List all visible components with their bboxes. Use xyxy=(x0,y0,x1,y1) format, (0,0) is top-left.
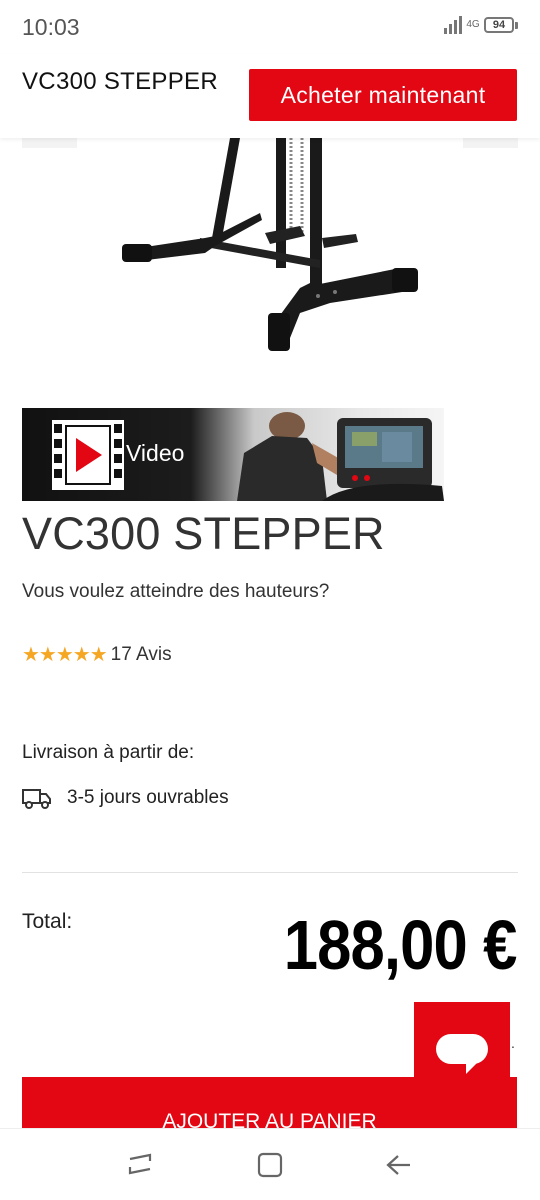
delivery-days: 3-5 jours ouvrables xyxy=(67,787,229,808)
star-rating-icon: ★★★★★ xyxy=(22,644,108,666)
delivery-row: 3-5 jours ouvrables xyxy=(22,786,229,810)
home-icon xyxy=(257,1152,283,1178)
carousel-next-button[interactable] xyxy=(463,138,518,148)
product-title: VC300 STEPPER xyxy=(22,508,385,559)
delivery-label: Livraison à partir de: xyxy=(22,742,195,763)
recents-icon xyxy=(128,1153,152,1175)
battery-icon: 94 xyxy=(484,17,518,33)
header-title: VC300 STEPPER xyxy=(22,68,218,95)
status-time: 10:03 xyxy=(22,14,80,40)
status-bar: 10:03 4G 94 xyxy=(0,0,540,54)
truck-icon xyxy=(22,789,51,809)
carousel-prev-button[interactable] xyxy=(22,138,77,148)
reviews-link[interactable]: 17 Avis xyxy=(111,644,172,666)
film-play-icon xyxy=(52,420,124,490)
video-label: Video xyxy=(126,440,185,466)
home-button[interactable] xyxy=(252,1149,288,1181)
rating[interactable]: ★★★★★ 17 Avis xyxy=(22,642,172,667)
total-label: Total: xyxy=(22,910,73,933)
dot-mark: . xyxy=(511,1035,515,1051)
chat-button[interactable] xyxy=(414,1002,510,1098)
divider xyxy=(22,872,518,873)
system-nav-bar xyxy=(0,1128,540,1200)
status-icons: 4G 94 xyxy=(444,16,518,34)
buy-now-button[interactable]: Acheter maintenant xyxy=(249,69,517,121)
battery-level: 94 xyxy=(484,17,514,33)
signal-icon xyxy=(444,16,462,34)
sticky-header: VC300 STEPPER Acheter maintenant xyxy=(0,54,540,138)
product-image[interactable] xyxy=(0,138,540,378)
total-price: 188,00 € xyxy=(283,906,517,984)
network-type: 4G xyxy=(466,19,480,30)
back-button[interactable] xyxy=(380,1149,416,1181)
back-icon xyxy=(386,1155,410,1175)
product-subtitle: Vous voulez atteindre des hauteurs? xyxy=(22,581,330,602)
stepper-illustration xyxy=(122,138,418,351)
chat-icon xyxy=(436,1034,488,1074)
video-banner[interactable]: Video xyxy=(22,408,444,501)
recents-button[interactable] xyxy=(122,1149,158,1181)
